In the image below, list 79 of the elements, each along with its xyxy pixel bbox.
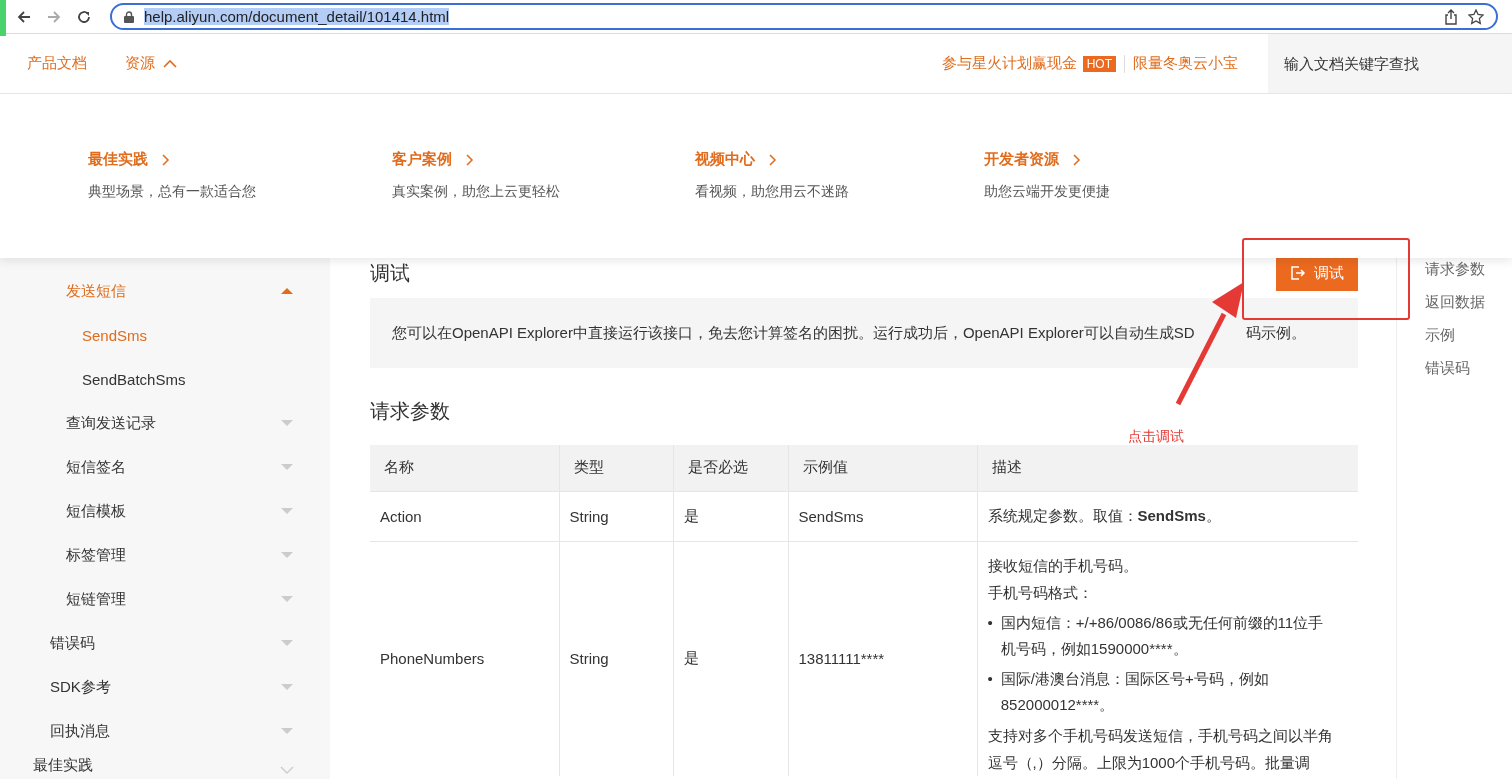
info-text: 码示例。 [1246, 323, 1306, 343]
share-icon[interactable] [1444, 8, 1458, 25]
nav-link[interactable]: 产品文档 [27, 54, 87, 73]
caret-down-icon[interactable] [280, 594, 294, 604]
table-cell: 13811111**** [788, 541, 977, 776]
back-icon[interactable] [16, 8, 32, 25]
table-cell: String [559, 491, 673, 541]
menu-description: 真实案例，助您上云更轻松 [392, 183, 560, 201]
sidebar-item[interactable]: 最佳实践 [0, 753, 330, 775]
menu-link[interactable]: 最佳实践 [88, 150, 170, 169]
sidebar-item[interactable]: SDK参考 [0, 665, 330, 709]
resources-menu[interactable]: 资源 [125, 54, 177, 73]
edge-strip [0, 0, 6, 36]
column-header: 描述 [977, 445, 1358, 491]
menu-link[interactable]: 开发者资源 [984, 150, 1081, 169]
cell-text: 支持对多个手机号码发送短信，手机号码之间以半角逗号（,）分隔。上限为1000个手机号码。批量调 [987, 725, 1333, 773]
section-heading: 请求参数 [370, 399, 451, 424]
info-text: 您可以在OpenAPI Explorer中直接运行该接口，免去您计算签名的困扰。运行成功后，OpenAPI Explorer可以自动生成SD [392, 323, 1196, 343]
table-cell: 是 [673, 541, 788, 776]
caret-down-icon[interactable] [280, 726, 294, 736]
toc-link[interactable]: 错误码 [1425, 351, 1470, 384]
forward-icon[interactable] [46, 8, 62, 25]
table-cell: SendSms [788, 491, 977, 541]
bullet: • [987, 612, 993, 633]
chevron-right-icon [769, 153, 777, 166]
column-header: 名称 [370, 445, 559, 491]
toc-link[interactable]: 返回数据 [1425, 285, 1485, 318]
lock-icon [124, 10, 134, 23]
sidebar-item[interactable]: 短信签名 [0, 445, 330, 489]
sidebar-item[interactable]: SendBatchSms [0, 357, 330, 401]
caret-down-icon[interactable] [280, 638, 294, 648]
caret-down-icon[interactable] [280, 550, 294, 560]
menu-link[interactable]: 客户案例 [392, 150, 474, 169]
star-icon[interactable] [1468, 8, 1484, 25]
cell-text: 国内短信：+/+86/0086/86或无任何前缀的11位手机号码，例如1590000****。 [1000, 612, 1325, 659]
sidebar-item[interactable]: 查询发送记录 [0, 401, 330, 445]
menu-description: 看视频，助您用云不迷路 [695, 183, 849, 201]
menu-description: 助您云端开发更便捷 [984, 183, 1110, 201]
sidebar-item[interactable]: 标签管理 [0, 533, 330, 577]
exit-icon [1290, 265, 1306, 281]
chevron-right-icon [466, 153, 474, 166]
chevron-icon[interactable] [280, 765, 294, 775]
column-header: 类型 [559, 445, 673, 491]
table-cell: String [559, 541, 673, 776]
cell-text: 国际/港澳台消息：国际区号+号码，例如852000012****。 [1000, 668, 1270, 715]
sidebar-item[interactable]: 短链管理 [0, 577, 330, 621]
cell-text: 接收短信的手机号码。 [987, 555, 1139, 576]
search-field[interactable]: 输入文档关键字查找 [1268, 34, 1512, 93]
cell-text: 系统规定参数。取值：SendSms。 [987, 506, 1222, 526]
bullet: • [987, 668, 993, 689]
column-header: 示例值 [788, 445, 977, 491]
cell-text: 手机号码格式： [987, 582, 1094, 603]
table-cell: Action [370, 491, 559, 541]
table-cell: 是 [673, 491, 788, 541]
chevron-right-icon [1073, 153, 1081, 166]
promo-link[interactable]: 限量冬奥云小宝 [1133, 54, 1238, 73]
sidebar-item[interactable]: SendSms [0, 313, 330, 357]
caret-down-icon[interactable] [280, 506, 294, 516]
address-bar[interactable]: help.aliyun.com/document_detail/101414.html [110, 3, 1498, 30]
sidebar-item[interactable]: 短信模板 [0, 489, 330, 533]
reload-icon[interactable] [76, 8, 92, 25]
caret-up-icon[interactable] [280, 286, 294, 296]
column-header: 是否必选 [673, 445, 788, 491]
caret-down-icon[interactable] [280, 682, 294, 692]
caret-down-icon[interactable] [280, 418, 294, 428]
sidebar-item[interactable]: 错误码 [0, 621, 330, 665]
sidebar-item[interactable]: 回执消息 [0, 709, 330, 753]
menu-link[interactable]: 视频中心 [695, 150, 777, 169]
menu-description: 典型场景，总有一款适合您 [88, 183, 256, 201]
section-heading: 调试 [370, 260, 410, 286]
hot-badge: HOT [1082, 55, 1116, 72]
caret-down-icon[interactable] [280, 462, 294, 472]
url-text: help.aliyun.com/document_detail/101414.html [144, 8, 450, 25]
table-cell: PhoneNumbers [370, 541, 559, 776]
toc-link[interactable]: 示例 [1425, 318, 1455, 351]
annotation-label: 点击调试 [1128, 428, 1184, 446]
chevron-right-icon [162, 153, 170, 166]
sidebar-item[interactable]: 发送短信 [0, 269, 330, 313]
promo-link[interactable]: 参与星火计划赢现金 [941, 54, 1077, 73]
